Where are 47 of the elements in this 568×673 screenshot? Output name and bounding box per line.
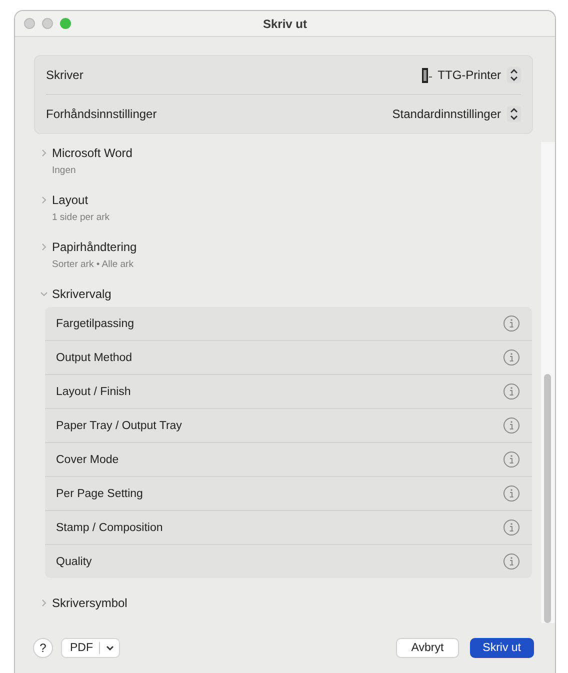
- window-title: Skriv ut: [262, 16, 307, 30]
- cancel-button[interactable]: Avbryt: [396, 638, 459, 658]
- option-label[interactable]: Cover Mode: [56, 454, 119, 466]
- chevron-down-icon[interactable]: [40, 290, 48, 298]
- chevron-right-icon[interactable]: [40, 196, 48, 204]
- setting-value[interactable]: Standardinnstillinger: [392, 107, 501, 121]
- option-label[interactable]: Quality: [56, 556, 92, 568]
- info-icon[interactable]: [503, 315, 520, 332]
- option-label[interactable]: Output Method: [56, 352, 132, 364]
- option-label[interactable]: Per Page Setting: [56, 488, 143, 500]
- option-label[interactable]: Layout / Finish: [56, 386, 131, 398]
- chevron-right-icon[interactable]: [40, 149, 48, 157]
- popup-arrows-icon[interactable]: [507, 67, 521, 83]
- minimize-button[interactable]: [42, 18, 53, 29]
- section-title[interactable]: Microsoft Word: [52, 146, 132, 160]
- printer-icon: [422, 68, 432, 82]
- option-label[interactable]: Paper Tray / Output Tray: [56, 420, 182, 432]
- info-icon[interactable]: [503, 383, 520, 400]
- close-button[interactable]: [24, 18, 35, 29]
- info-icon[interactable]: [503, 519, 520, 536]
- zoom-button[interactable]: [60, 18, 71, 29]
- setting-label: Skriver: [46, 68, 84, 82]
- scrollbar-thumb[interactable]: [544, 374, 551, 623]
- print-button[interactable]: Skriv ut: [470, 638, 534, 658]
- section-title[interactable]: Layout: [52, 193, 88, 207]
- section-title[interactable]: Skriversymbol: [52, 596, 128, 610]
- info-icon[interactable]: [503, 349, 520, 366]
- help-button[interactable]: ?: [33, 638, 53, 658]
- option-label[interactable]: Stamp / Composition: [56, 522, 163, 534]
- chevron-right-icon[interactable]: [40, 243, 48, 251]
- caret-icon[interactable]: [106, 645, 114, 651]
- chevron-right-icon[interactable]: [40, 599, 48, 607]
- option-label[interactable]: Fargetilpassing: [56, 318, 134, 330]
- info-icon[interactable]: [503, 451, 520, 468]
- setting-value[interactable]: TTG-Printer: [438, 68, 501, 82]
- info-icon[interactable]: [503, 485, 520, 502]
- section-summary: Ingen: [52, 165, 77, 176]
- section-title[interactable]: Skrivervalg: [52, 287, 112, 301]
- pdf-label[interactable]: PDF: [70, 642, 100, 654]
- info-icon[interactable]: [503, 417, 520, 434]
- section-summary: Sorter ark • Alle ark: [52, 259, 134, 270]
- section-title[interactable]: Papirhåndtering: [52, 240, 137, 254]
- info-icon[interactable]: [503, 553, 520, 570]
- pdf-menu-button[interactable]: PDF: [61, 638, 120, 658]
- popup-arrows-icon[interactable]: [507, 106, 521, 122]
- setting-label: Forhåndsinnstillinger: [46, 107, 157, 121]
- section-summary: 1 side per ark: [52, 212, 111, 223]
